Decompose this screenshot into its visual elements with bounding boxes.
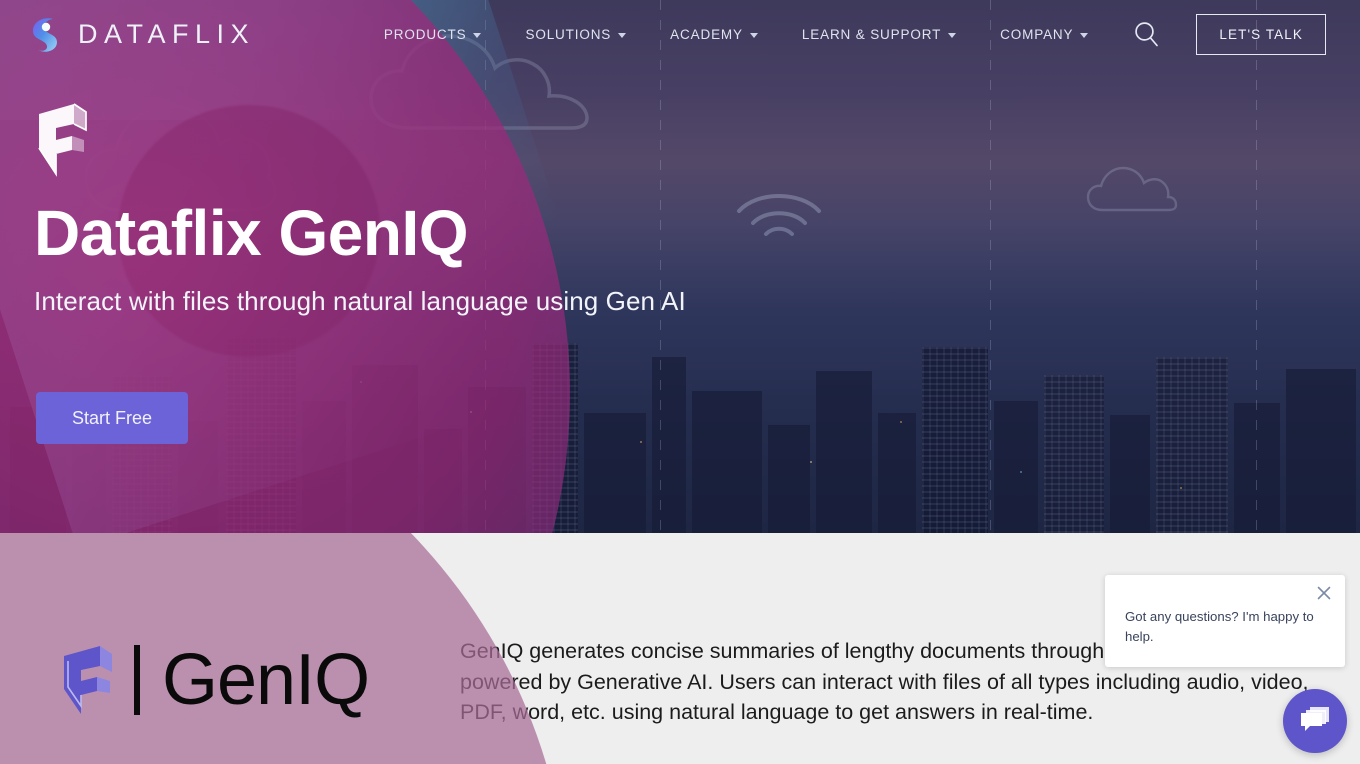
geniq-logo: GenIQ (60, 640, 370, 720)
nav-item-label: SOLUTIONS (525, 26, 612, 42)
nav-item-company[interactable]: COMPANY (978, 27, 1110, 42)
hero-title: Dataflix GenIQ (34, 197, 469, 269)
chat-greeting-bubble: Got any questions? I'm happy to help. (1105, 575, 1345, 667)
start-free-button[interactable]: Start Free (36, 392, 188, 444)
nav-item-solutions[interactable]: SOLUTIONS (503, 27, 648, 42)
chat-launcher-button[interactable] (1283, 689, 1347, 753)
chat-bubbles-icon (1298, 704, 1332, 739)
page-root: DATAFLIX PRODUCTS SOLUTIONS ACADEMY LEAR… (0, 0, 1360, 764)
logo-divider (134, 645, 140, 715)
dataflix-swirl-logo-icon (24, 13, 66, 55)
hero-subtitle: Interact with files through natural lang… (34, 286, 686, 316)
geniq-wordmark: GenIQ (162, 640, 370, 720)
chevron-down-icon (618, 32, 627, 38)
nav-item-label: COMPANY (1000, 26, 1074, 42)
nav-item-products[interactable]: PRODUCTS (362, 27, 504, 42)
top-navigation-bar: DATAFLIX PRODUCTS SOLUTIONS ACADEMY LEAR… (0, 0, 1360, 68)
chevron-down-icon (1080, 32, 1089, 38)
brand-wordmark: DATAFLIX (78, 18, 256, 49)
chevron-down-icon (473, 32, 482, 38)
close-icon[interactable] (1315, 584, 1333, 602)
search-icon[interactable] (1110, 20, 1174, 48)
brand-logo[interactable]: DATAFLIX (24, 13, 255, 55)
chat-greeting-text: Got any questions? I'm happy to help. (1125, 609, 1314, 645)
nav-item-label: ACADEMY (670, 26, 743, 42)
nav-item-label: PRODUCTS (383, 26, 467, 42)
nav-menu: PRODUCTS SOLUTIONS ACADEMY LEARN & SUPPO… (362, 13, 1360, 55)
geniq-angular-mark-icon (60, 643, 116, 717)
geniq-angular-mark-icon (34, 100, 90, 178)
nav-item-learn-support[interactable]: LEARN & SUPPORT (780, 27, 978, 42)
chevron-down-icon (749, 32, 758, 38)
lets-talk-button[interactable]: LET'S TALK (1196, 13, 1326, 55)
nav-item-academy[interactable]: ACADEMY (648, 27, 780, 42)
nav-item-label: LEARN & SUPPORT (801, 26, 942, 42)
chevron-down-icon (948, 32, 957, 38)
hero-content: Dataflix GenIQ Interact with files throu… (0, 0, 1360, 533)
